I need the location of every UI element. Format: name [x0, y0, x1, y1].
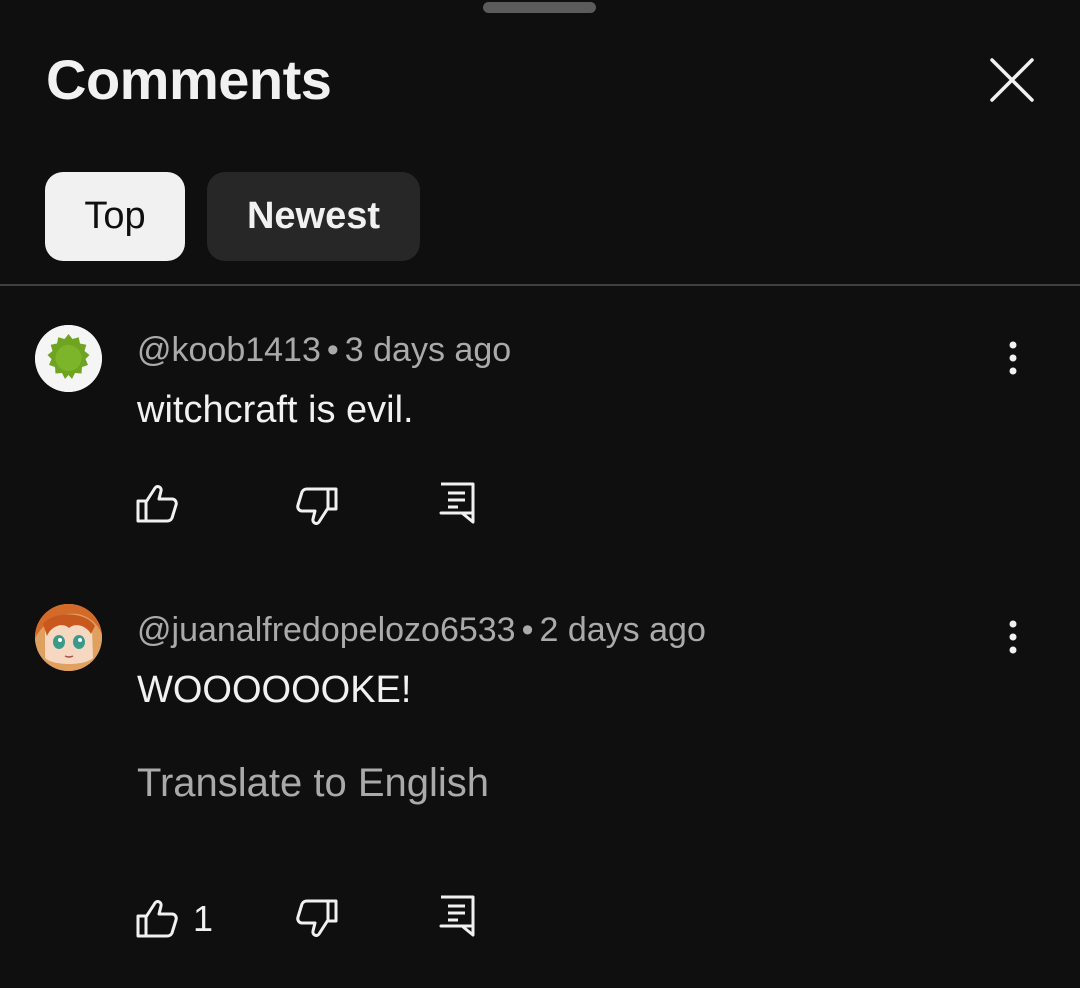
comment-meta: @juanalfredopelozo6533 • 2 days ago: [137, 610, 706, 650]
comment-time: 3 days ago: [344, 331, 512, 369]
anime-avatar-icon: [35, 604, 102, 671]
comment-text: witchcraft is evil.: [137, 389, 414, 431]
comment-text: WOOOOOOKE!: [137, 669, 412, 711]
thumbs-up-icon: [136, 485, 178, 523]
avatar[interactable]: [35, 604, 102, 671]
panel-title: Comments: [46, 48, 332, 111]
like-button[interactable]: [135, 484, 193, 524]
avatar[interactable]: [35, 325, 102, 392]
thumbs-down-icon: [296, 487, 338, 525]
dislike-button[interactable]: [295, 486, 339, 526]
dislike-button[interactable]: [295, 898, 339, 938]
like-button[interactable]: 1: [135, 898, 213, 940]
close-icon: [990, 58, 1034, 102]
avatar-badge-icon: [35, 325, 102, 392]
comment-meta: @koob1413 • 3 days ago: [137, 330, 511, 370]
reply-icon: [439, 482, 475, 524]
translate-link[interactable]: Translate to English: [137, 760, 489, 806]
chip-top[interactable]: Top: [45, 172, 185, 261]
reply-icon: [439, 895, 475, 937]
thumbs-down-icon: [296, 899, 338, 937]
reply-button[interactable]: [438, 481, 476, 525]
chip-newest[interactable]: Newest: [207, 172, 420, 261]
drag-handle[interactable]: [483, 2, 596, 13]
close-button[interactable]: [982, 50, 1042, 110]
meta-separator: •: [326, 331, 339, 369]
divider: [0, 284, 1080, 286]
more-vert-icon: [1009, 341, 1017, 375]
thumbs-up-icon: [136, 900, 178, 938]
more-options-button[interactable]: [992, 333, 1034, 383]
more-vert-icon: [1009, 620, 1017, 654]
meta-separator: •: [521, 611, 534, 649]
sort-chips: Top Newest: [45, 172, 420, 261]
comment-author[interactable]: @koob1413: [137, 331, 321, 369]
more-options-button[interactable]: [992, 612, 1034, 662]
comment-author[interactable]: @juanalfredopelozo6533: [137, 611, 516, 649]
reply-button[interactable]: [438, 894, 476, 938]
comment-time: 2 days ago: [539, 611, 706, 649]
like-count: 1: [193, 898, 214, 939]
